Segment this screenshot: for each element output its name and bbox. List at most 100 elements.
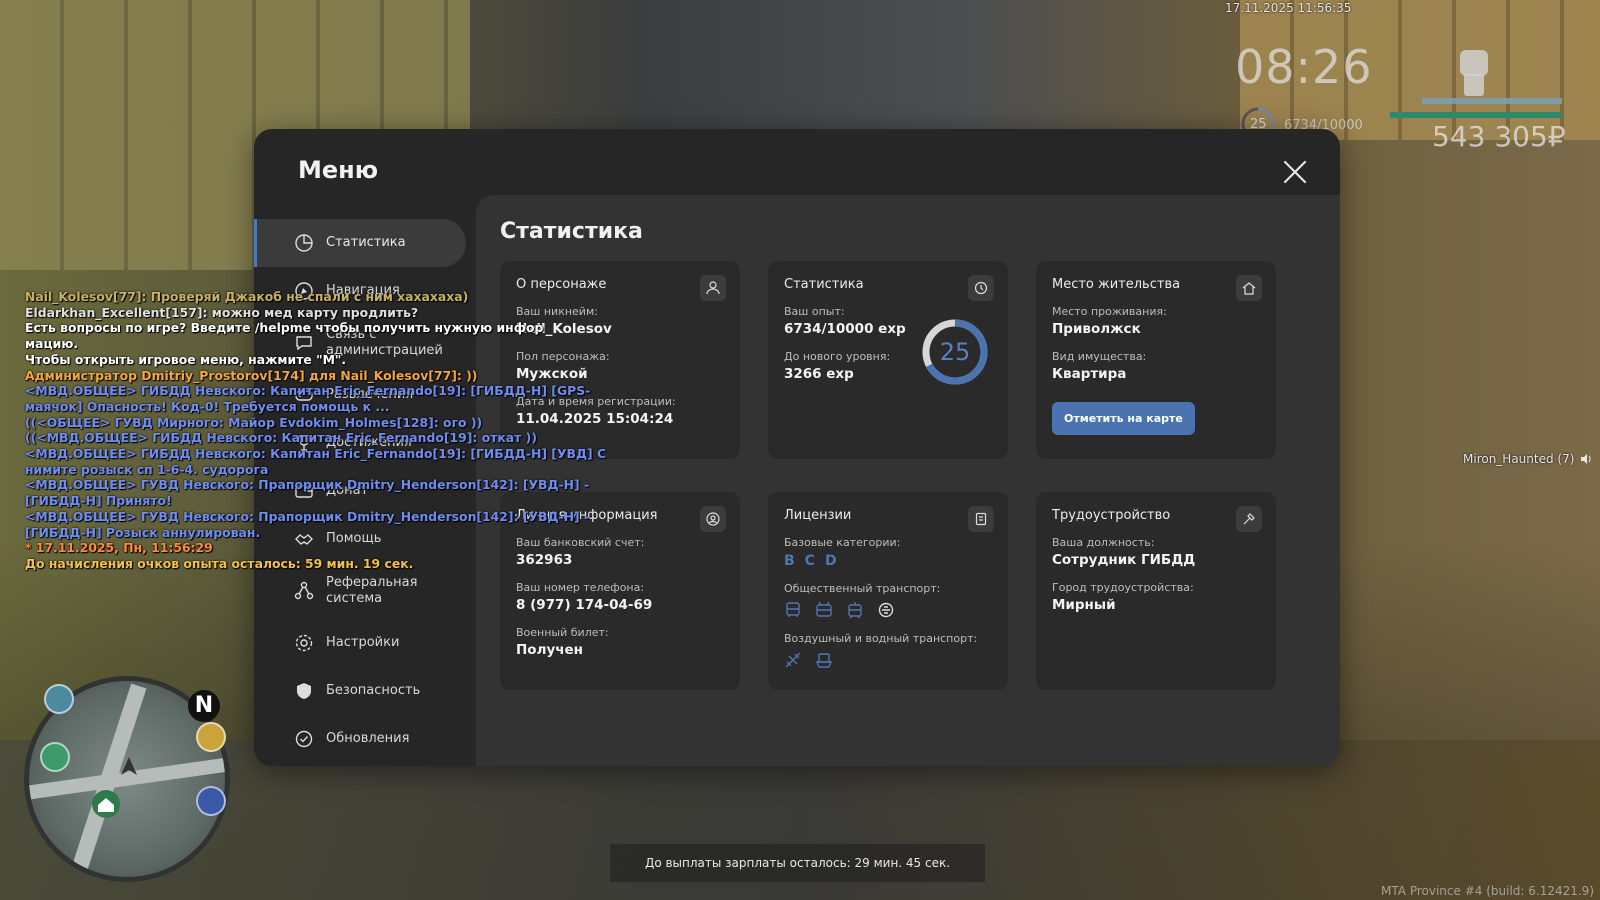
minimap-blip-icon [196, 786, 226, 816]
chat-line: [ГИБДД-Н] Принято! [25, 493, 172, 509]
sidebar-item-label: Безопасность [326, 683, 421, 698]
category-c: C [804, 553, 815, 569]
chat-line: Eldarkhan_Excellent[157]: можно мед карт… [25, 304, 419, 320]
public-transport-icons [784, 601, 992, 619]
chat-line: <МВД.ОБЩЕЕ> ГИБДД Невского: Капитан Eric… [25, 446, 607, 462]
chat-line: Есть вопросы по игре? Введите /helpme чт… [25, 320, 544, 336]
salary-timer: До выплаты зарплаты осталось: 29 мин. 45… [610, 844, 985, 882]
card-title: Место жительства [1052, 277, 1181, 292]
home-icon [92, 790, 120, 818]
sidebar-item-label: Статистика [326, 235, 406, 250]
phone-label: Ваш номер телефона: [516, 581, 645, 594]
person-icon [700, 275, 726, 301]
reg-value: 11.04.2025 15:04:24 [516, 411, 674, 427]
chat-line: Nail_Kolesov[77]: Проверяй Джакоб не спа… [25, 289, 469, 304]
sidebar-item-label: Настройки [326, 635, 400, 650]
place-value: Приволжск [1052, 321, 1141, 337]
sidebar-item-1[interactable]: Статистика [254, 219, 466, 267]
menu-content: Статистика О персонаже Ваш никнейм: Nail… [476, 195, 1340, 766]
bank-value: 362963 [516, 552, 573, 568]
card-title: О персонаже [516, 277, 607, 292]
tools-icon [1236, 506, 1262, 532]
card-title: Статистика [784, 277, 864, 292]
tram-icon [848, 602, 862, 619]
air-water-transport-label: Воздушный и водный транспорт: [784, 632, 978, 645]
build-version: MTA Province #4 (build: 6.12421.9) [1381, 884, 1594, 898]
minimap-blip-icon [196, 722, 226, 752]
job-city-value: Мирный [1052, 597, 1116, 613]
user-circle-icon [700, 506, 726, 532]
license-categories: B C D [784, 553, 992, 569]
card-title: Трудоустройство [1052, 508, 1171, 523]
hud-money: 543 305₽ [1432, 120, 1566, 153]
hud-clock: 08:26 [1235, 40, 1373, 94]
sidebar-item-11[interactable]: Обновления [254, 715, 466, 763]
chat-line: <МВД.ОБЩЕЕ> ГИБДД Невского: Капитан Eric… [25, 383, 591, 399]
chat-line: Администратор Dmitriy_Prostorov[174] для… [25, 367, 478, 383]
shield-icon [297, 683, 311, 699]
referral-icon [294, 581, 314, 600]
taxi-icon [878, 602, 894, 618]
card-stats: Статистика Ваш опыт: 6734/10000 exp До н… [768, 261, 1008, 459]
minimap-blip-icon [40, 742, 70, 772]
nick-label: Ваш никнейм: [516, 305, 598, 318]
chat-line: [ГИБДД-Н] Розыск аннулирован. [25, 524, 261, 540]
chat-line: ((<МВД.ОБЩЕЕ> ГИБДД Невского: Капитан Er… [25, 430, 537, 446]
speaker-icon [1581, 454, 1592, 464]
clock-icon [968, 275, 994, 301]
property-type-value: Квартира [1052, 366, 1127, 382]
chat-line: <МВД.ОБЩЕЕ> ГУВД Невского: Прапорщик Dmi… [25, 477, 590, 493]
chat-line: ((<ОБЩЕЕ> ГУВД Мирного: Майор Evdokim_Ho… [25, 414, 483, 430]
card-employment: Трудоустройство Ваша должность: Сотрудни… [1036, 492, 1276, 690]
job-city-label: Город трудоустройства: [1052, 581, 1194, 594]
house-icon [1236, 275, 1262, 301]
voice-indicator: Miron_Haunted (7) [1463, 452, 1592, 466]
chat-line: * 17.11.2025, Пн, 11:56:29 [25, 540, 213, 556]
nick-value: Nail_Kolesov [516, 321, 612, 337]
gear-icon [295, 634, 313, 652]
gender-label: Пол персонажа: [516, 350, 610, 363]
fist-icon [1460, 50, 1488, 96]
pie-chart-icon [295, 234, 313, 252]
sidebar-item-10[interactable]: Безопасность [254, 667, 466, 715]
property-type-label: Вид имущества: [1052, 350, 1147, 363]
chat-line: нимите розыск сп 1-6-4. судорога [25, 461, 269, 477]
sidebar-item-label: Обновления [326, 731, 410, 746]
chat-line: Чтобы открыть игровое меню, нажмите "M". [25, 351, 347, 367]
card-title: Лицензии [784, 508, 852, 523]
sidebar-item-9[interactable]: Настройки [254, 619, 466, 667]
gender-value: Мужской [516, 366, 588, 382]
voice-player: Miron_Haunted (7) [1463, 452, 1575, 466]
public-transport-label: Общественный транспорт: [784, 582, 941, 595]
phone-value: 8 (977) 174-04-69 [516, 597, 653, 613]
hud-armor-bar [1422, 98, 1562, 104]
hud-health-bar [1390, 112, 1562, 118]
plane-icon [785, 652, 801, 668]
card-licenses: Лицензии Базовые категории: B C D Общест… [768, 492, 1008, 690]
minimap-north: N [188, 690, 220, 722]
category-d: D [824, 553, 837, 569]
boat-icon [815, 653, 833, 668]
update-icon [295, 730, 313, 748]
close-button[interactable] [1282, 159, 1308, 185]
hud-datetime: 17.11.2025 11:56:35 [1225, 1, 1352, 15]
trolleybus-icon [816, 601, 832, 617]
place-label: Место проживания: [1052, 305, 1167, 318]
chat-line: <МВД.ОБЩЕЕ> ГУВД Невского: Прапорщик Dmi… [25, 508, 590, 524]
chat-log: Nail_Kolesov[77]: Проверяй Джакоб не спа… [25, 289, 607, 572]
military-label: Военный билет: [516, 626, 609, 639]
chat-line: мацию. [25, 336, 79, 352]
bus-icon [786, 602, 800, 617]
mark-on-map-button[interactable]: Отметить на карте [1052, 402, 1195, 435]
air-water-transport-icons [784, 651, 992, 669]
level-value: 25 [939, 338, 971, 366]
minimap-blip-icon [44, 684, 74, 714]
job-label: Ваша должность: [1052, 536, 1155, 549]
chat-line: До начисления очков опыта осталось: 59 м… [25, 555, 414, 571]
card-residence: Место жительства Место проживания: Приво… [1036, 261, 1276, 459]
player-marker-icon [121, 757, 137, 775]
bank-label: Ваш банковский счет: [516, 536, 645, 549]
job-value: Сотрудник ГИБДД [1052, 552, 1196, 568]
chat-line: маячок] Опасность! Код-0! Требуется помо… [25, 398, 390, 414]
license-icon [968, 506, 994, 532]
